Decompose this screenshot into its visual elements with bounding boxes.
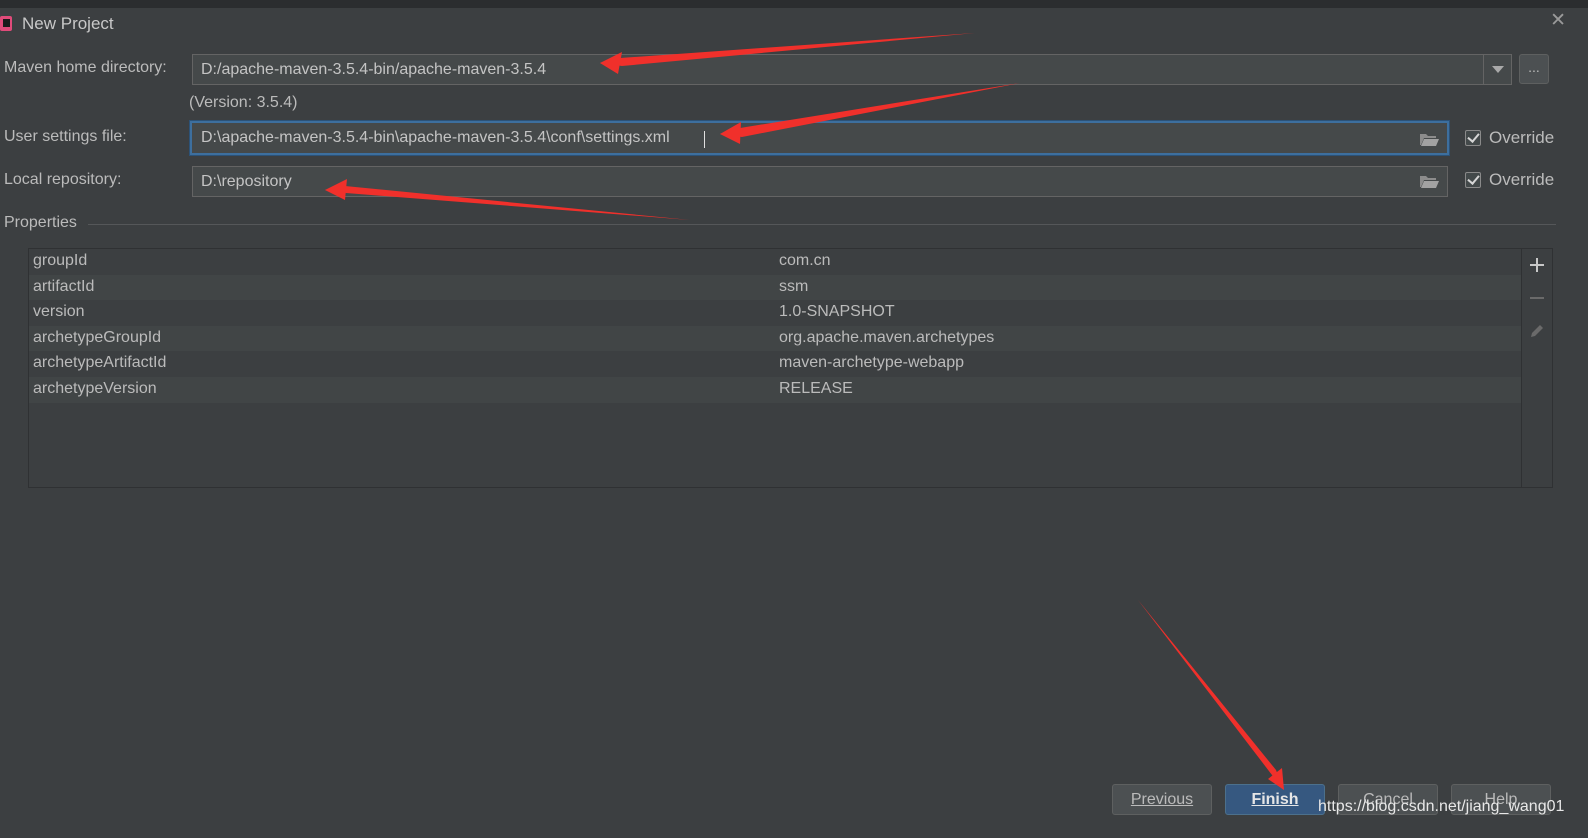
section-divider [88, 224, 1556, 225]
property-key: archetypeVersion [33, 380, 157, 397]
local-repo-input[interactable] [201, 167, 1405, 196]
maven-version-text: (Version: 3.5.4) [189, 94, 298, 111]
table-row[interactable]: archetypeGroupId org.apache.maven.archet… [29, 325, 1522, 352]
dialog-title-bar: New Project ✕ [0, 8, 1588, 40]
properties-section-title: Properties [4, 214, 77, 231]
property-value: 1.0-SNAPSHOT [779, 303, 895, 321]
maven-home-label: Maven home directory: [4, 59, 167, 77]
property-key: archetypeArtifactId [33, 354, 167, 372]
property-key: archetypeGroupId [33, 328, 162, 346]
table-row[interactable]: groupId com.cn [29, 249, 1522, 275]
property-key: version [33, 303, 85, 321]
local-repo-label: Local repository: [4, 171, 121, 189]
table-row[interactable]: archetypeVersion RELEASE [29, 377, 1522, 403]
close-icon[interactable]: ✕ [1550, 9, 1566, 32]
user-settings-label: User settings file: [4, 128, 127, 146]
property-key: groupId [33, 252, 88, 269]
previous-button-label: Previous [1130, 791, 1194, 808]
previous-button[interactable]: Previous [1112, 784, 1212, 815]
table-toolbar-gutter [1521, 249, 1552, 487]
dialog-title: New Project [22, 14, 114, 33]
text-caret [704, 131, 705, 148]
user-settings-override-label[interactable]: Override [1489, 128, 1554, 148]
add-property-icon[interactable] [1527, 255, 1547, 275]
local-repo-override-checkbox[interactable] [1465, 172, 1481, 188]
maven-home-browse-button[interactable]: ... [1519, 54, 1549, 84]
property-value: RELEASE [779, 380, 853, 397]
remove-property-icon[interactable] [1527, 288, 1547, 308]
maven-home-input[interactable] [201, 55, 1469, 84]
property-key: artifactId [33, 277, 95, 295]
chevron-down-icon[interactable] [1483, 55, 1511, 84]
folder-open-icon[interactable] [1420, 175, 1439, 188]
user-settings-label-text: User settings file: [4, 128, 127, 145]
local-repo-label-text: Local repository: [4, 171, 122, 188]
finish-button-label: Finish [1251, 791, 1299, 808]
edit-pencil-icon[interactable] [1527, 321, 1547, 341]
folder-open-icon[interactable] [1420, 133, 1439, 146]
intellij-app-icon [0, 16, 12, 31]
maven-home-combobox[interactable] [192, 54, 1512, 85]
user-settings-override-checkbox[interactable] [1465, 130, 1481, 146]
table-row[interactable]: archetypeArtifactId maven-archetype-weba… [29, 351, 1522, 377]
finish-button[interactable]: Finish [1225, 784, 1325, 815]
local-repo-override-label[interactable]: Override [1489, 170, 1554, 190]
maven-home-label-text: Maven home directory: [4, 59, 167, 76]
watermark-text: https://blog.csdn.net/jiang_wang01 [1318, 798, 1565, 815]
properties-table[interactable]: groupId com.cn artifactId ssm version 1.… [28, 248, 1553, 488]
table-row[interactable]: artifactId ssm [29, 274, 1522, 301]
background-ide-tabs [0, 0, 1588, 8]
property-value: maven-archetype-webapp [779, 354, 964, 372]
table-row[interactable]: version 1.0-SNAPSHOT [29, 300, 1522, 326]
property-value: com.cn [779, 252, 831, 269]
user-settings-field[interactable] [190, 121, 1449, 155]
property-value: ssm [779, 277, 809, 295]
local-repo-field[interactable] [192, 166, 1448, 197]
property-value: org.apache.maven.archetypes [779, 328, 995, 346]
user-settings-input[interactable] [201, 123, 1406, 153]
red-annotation-arrow-4 [1138, 600, 1284, 790]
